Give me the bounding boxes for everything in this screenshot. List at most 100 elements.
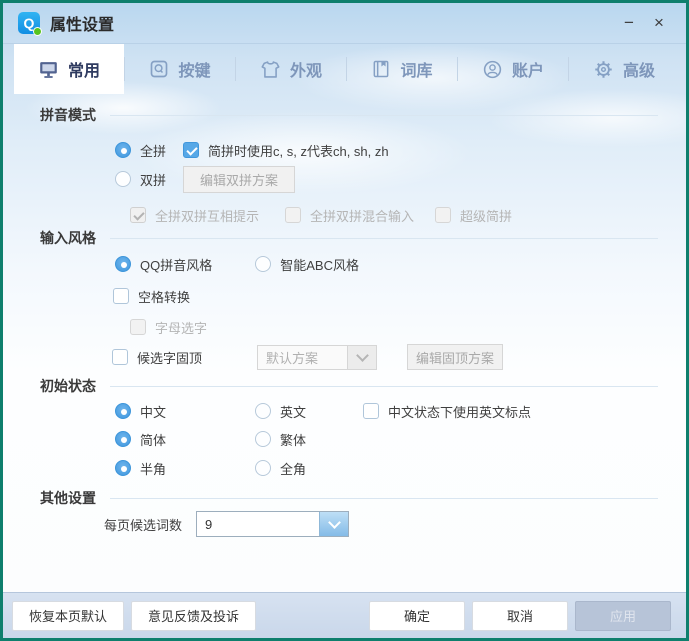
row-pinyin-options: 全拼双拼互相提示 全拼双拼混合输入 超级简拼 bbox=[3, 201, 686, 229]
space-convert-checkbox[interactable] bbox=[113, 288, 129, 304]
tab-label: 常用 bbox=[68, 57, 100, 81]
chinese-radio[interactable] bbox=[115, 403, 131, 419]
tab-account[interactable]: 账户 bbox=[458, 44, 568, 94]
restore-defaults-button[interactable]: 恢复本页默认 bbox=[12, 601, 124, 631]
row-candidates-per-page: 每页候选词数 9 bbox=[3, 510, 686, 538]
apply-button: 应用 bbox=[575, 601, 671, 631]
full-width-label: 全角 bbox=[280, 459, 306, 478]
row-pinyin-double: 双拼 编辑双拼方案 bbox=[3, 165, 686, 193]
space-convert-label: 空格转换 bbox=[138, 287, 190, 306]
section-title: 初始状态 bbox=[40, 376, 96, 396]
candidates-per-page-label: 每页候选词数 bbox=[104, 515, 182, 534]
tab-label: 按键 bbox=[178, 57, 210, 81]
gear-icon bbox=[593, 59, 614, 80]
pinned-candidate-checkbox[interactable] bbox=[112, 349, 128, 365]
user-icon bbox=[482, 59, 503, 80]
mixed-input-label: 全拼双拼混合输入 bbox=[310, 206, 414, 225]
chinese-label: 中文 bbox=[140, 402, 166, 421]
tab-dictionary[interactable]: 词库 bbox=[347, 44, 457, 94]
tab-advanced[interactable]: 高级 bbox=[569, 44, 679, 94]
general-settings-panel: 拼音模式 全拼 简拼时使用c, s, z代表ch, sh, zh 双拼 编辑双拼… bbox=[3, 94, 686, 593]
tab-general[interactable]: 常用 bbox=[14, 44, 124, 94]
row-width: 半角 全角 bbox=[3, 454, 686, 482]
section-other-settings: 其他设置 bbox=[40, 489, 658, 507]
abc-style-radio[interactable] bbox=[255, 256, 271, 272]
tab-appearance[interactable]: 外观 bbox=[236, 44, 346, 94]
titlebar: Q 属性设置 − × bbox=[3, 3, 686, 44]
section-initial-state: 初始状态 bbox=[40, 377, 658, 395]
row-charset: 简体 繁体 bbox=[3, 425, 686, 453]
book-icon bbox=[371, 59, 391, 79]
section-rule bbox=[110, 498, 658, 499]
english-radio[interactable] bbox=[255, 403, 271, 419]
section-title: 拼音模式 bbox=[40, 105, 96, 125]
mixed-input-checkbox bbox=[285, 207, 301, 223]
tab-keys[interactable]: 按键 bbox=[125, 44, 235, 94]
tab-bar: 常用 按键 外观 词库 bbox=[3, 44, 686, 94]
tab-label: 外观 bbox=[290, 57, 322, 81]
jianpin-label: 简拼时使用c, s, z代表ch, sh, zh bbox=[208, 141, 389, 160]
window-title: 属性设置 bbox=[50, 11, 114, 35]
tab-label: 账户 bbox=[512, 57, 544, 81]
simplified-label: 简体 bbox=[140, 430, 166, 449]
full-width-radio[interactable] bbox=[255, 460, 271, 476]
row-style-choice: QQ拼音风格 智能ABC风格 bbox=[3, 250, 686, 278]
properties-window: Q 属性设置 − × 常用 按键 bbox=[0, 0, 689, 641]
candidates-per-page-dropdown[interactable]: 9 bbox=[196, 511, 349, 537]
qq-pinyin-logo-icon: Q bbox=[18, 12, 40, 34]
pinned-scheme-value: 默认方案 bbox=[258, 346, 347, 369]
candidates-per-page-value: 9 bbox=[197, 512, 319, 536]
simplified-radio[interactable] bbox=[115, 431, 131, 447]
pinned-candidate-label: 候选字固顶 bbox=[137, 348, 202, 367]
section-pinyin-mode: 拼音模式 bbox=[40, 106, 658, 124]
row-letter-select: 字母选字 bbox=[3, 313, 686, 341]
window-controls: − × bbox=[614, 10, 674, 36]
row-language: 中文 英文 中文状态下使用英文标点 bbox=[3, 397, 686, 425]
logo-status-dot bbox=[33, 27, 42, 36]
letter-select-label: 字母选字 bbox=[155, 318, 207, 337]
edit-pinned-button: 编辑固顶方案 bbox=[407, 344, 503, 370]
section-input-style: 输入风格 bbox=[40, 229, 658, 247]
monitor-icon bbox=[38, 59, 59, 80]
row-pinyin-full: 全拼 简拼时使用c, s, z代表ch, sh, zh bbox=[3, 136, 686, 164]
abc-style-label: 智能ABC风格 bbox=[280, 255, 359, 274]
shuangpin-radio[interactable] bbox=[115, 171, 131, 187]
qq-style-radio[interactable] bbox=[115, 256, 131, 272]
half-width-label: 半角 bbox=[140, 459, 166, 478]
super-jianpin-label: 超级简拼 bbox=[460, 206, 512, 225]
english-label: 英文 bbox=[280, 402, 306, 421]
row-pinned-candidate: 候选字固顶 默认方案 编辑固顶方案 bbox=[3, 343, 686, 371]
row-space-convert: 空格转换 bbox=[3, 282, 686, 310]
shirt-icon bbox=[260, 59, 281, 80]
minimize-button[interactable]: − bbox=[614, 10, 644, 36]
mutual-hint-checkbox bbox=[130, 207, 146, 223]
mutual-hint-label: 全拼双拼互相提示 bbox=[155, 206, 259, 225]
chevron-down-icon[interactable] bbox=[319, 512, 348, 536]
chevron-down-icon bbox=[347, 346, 376, 369]
pinned-scheme-dropdown: 默认方案 bbox=[257, 345, 377, 370]
section-rule bbox=[110, 386, 658, 387]
traditional-radio[interactable] bbox=[255, 431, 271, 447]
cancel-button[interactable]: 取消 bbox=[472, 601, 568, 631]
close-button[interactable]: × bbox=[644, 10, 674, 36]
jianpin-checkbox[interactable] bbox=[183, 142, 199, 158]
tab-label: 高级 bbox=[623, 57, 655, 81]
key-q-icon bbox=[149, 59, 169, 79]
letter-select-checkbox bbox=[130, 319, 146, 335]
footer-bar: 恢复本页默认 意见反馈及投诉 确定 取消 应用 bbox=[3, 592, 686, 638]
traditional-label: 繁体 bbox=[280, 430, 306, 449]
half-width-radio[interactable] bbox=[115, 460, 131, 476]
english-punct-checkbox[interactable] bbox=[363, 403, 379, 419]
feedback-button[interactable]: 意见反馈及投诉 bbox=[131, 601, 256, 631]
edit-shuangpin-button: 编辑双拼方案 bbox=[183, 166, 295, 193]
tab-label: 词库 bbox=[400, 57, 432, 81]
super-jianpin-checkbox bbox=[435, 207, 451, 223]
quanpin-label: 全拼 bbox=[140, 141, 166, 160]
shuangpin-label: 双拼 bbox=[140, 170, 166, 189]
quanpin-radio[interactable] bbox=[115, 142, 131, 158]
section-title: 输入风格 bbox=[40, 228, 96, 248]
qq-style-label: QQ拼音风格 bbox=[140, 255, 212, 274]
ok-button[interactable]: 确定 bbox=[369, 601, 465, 631]
section-rule bbox=[110, 238, 658, 239]
section-rule bbox=[110, 115, 658, 116]
